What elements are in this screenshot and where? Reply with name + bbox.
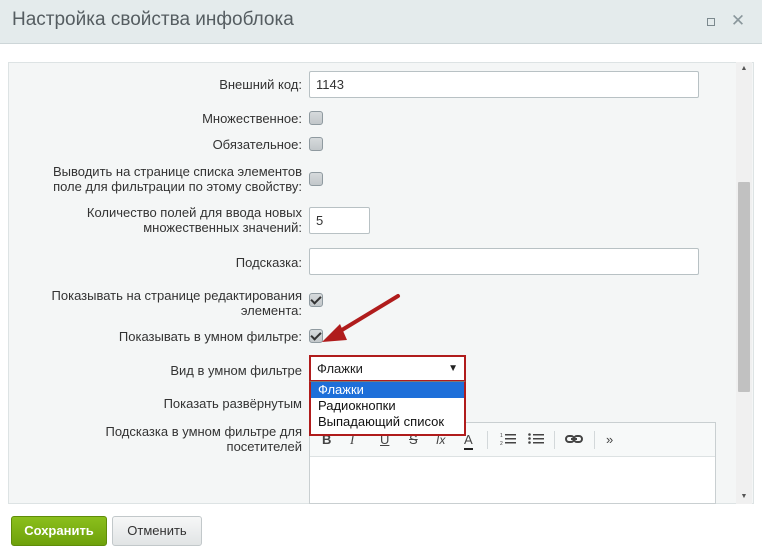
dropdown-option-radio[interactable]: Радиокнопки [311,398,464,414]
toolbar-separator [487,431,488,449]
svg-text:2: 2 [500,441,503,446]
show-on-edit-label-line1: Показывать на странице редактирования [51,288,302,303]
toolbar-separator [554,431,555,449]
expanded-label: Показать развёрнутым [163,396,302,411]
dropdown-option-select[interactable]: Выпадающий список [311,414,464,430]
smart-view-selected-value: Флажки [317,361,363,376]
multi-count-input[interactable]: 5 [309,207,370,234]
smart-view-select[interactable]: Флажки ▼ [309,355,466,382]
dropdown-option-checkboxes[interactable]: Флажки [311,382,464,398]
list-filter-checkbox[interactable] [309,172,323,186]
filter-hint-label-line1: Подсказка в умном фильтре для [105,424,302,439]
maximize-icon[interactable] [703,13,719,29]
save-button[interactable]: Сохранить [11,516,107,546]
more-tools-icon[interactable]: » [606,432,613,448]
multi-count-label-line1: Количество полей для ввода новых [86,205,302,220]
filter-hint-label-line2: посетителей [226,439,302,454]
required-label: Обязательное: [212,137,302,152]
smart-view-label: Вид в умном фильтре [170,363,302,378]
scroll-thumb[interactable] [738,182,750,392]
external-code-label: Внешний код: [219,77,302,92]
close-icon[interactable]: ✕ [730,12,746,29]
hint-input[interactable] [309,248,699,275]
show-on-edit-checkbox[interactable] [309,293,323,307]
toolbar-separator [594,431,595,449]
dialog-titlebar: Настройка свойства инфоблока ✕ [0,0,762,44]
required-checkbox[interactable] [309,137,323,151]
hint-label: Подсказка: [235,255,302,270]
vertical-scrollbar[interactable]: ▲ ▼ [736,62,752,504]
cancel-button[interactable]: Отменить [112,516,202,546]
dropdown-arrow-icon: ▼ [448,363,458,374]
multi-count-label-line2: множественных значений: [143,220,302,235]
list-filter-label-line2: поле для фильтрации по этому свойству: [53,179,302,194]
svg-text:1: 1 [500,433,503,439]
list-filter-label-line1: Выводить на странице списка элементов [53,164,302,179]
smart-view-dropdown: Флажки Радиокнопки Выпадающий список [309,381,466,436]
multiple-label: Множественное: [202,111,302,126]
ordered-list-icon[interactable]: 12 [500,432,516,448]
smart-filter-checkbox[interactable] [309,329,323,343]
scroll-up-icon[interactable]: ▲ [736,62,752,76]
link-icon[interactable] [565,432,583,448]
scroll-down-icon[interactable]: ▼ [736,490,752,504]
dialog-title: Настройка свойства инфоблока [12,9,294,30]
show-on-edit-label-line2: элемента: [240,303,302,318]
smart-filter-label: Показывать в умном фильтре: [118,329,302,344]
multiple-checkbox[interactable] [309,111,323,125]
external-code-input[interactable]: 1143 [309,71,699,98]
bullet-list-icon[interactable] [528,432,544,448]
